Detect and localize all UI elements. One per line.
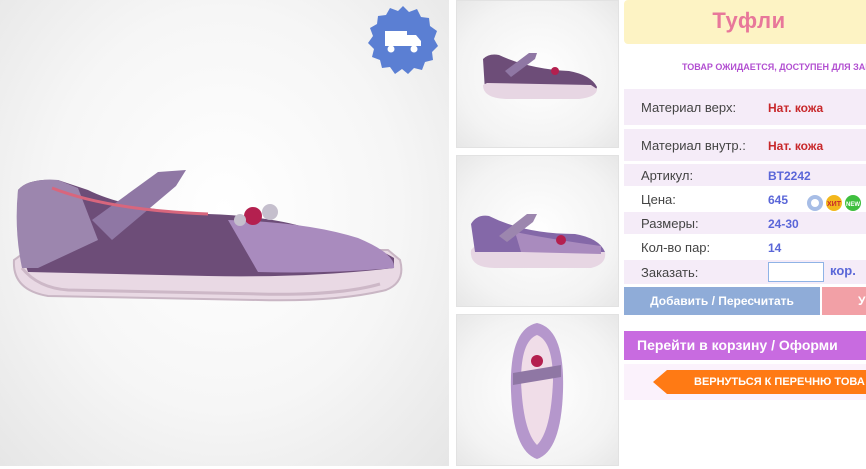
price-badges: ХИТ NEW (807, 195, 861, 211)
spec-label: Материал внутр.: (641, 138, 746, 153)
product-title: Туфли (712, 8, 786, 33)
spec-row-order: Заказать: кор. (624, 260, 866, 284)
spec-row-article: Артикул: BT2242 (624, 164, 866, 186)
back-to-list-button[interactable]: ВЕРНУТЬСЯ К ПЕРЕЧНЮ ТОВА (667, 370, 866, 394)
shoe-thumbnail-image (510, 323, 564, 459)
spec-value: 24-30 (768, 217, 799, 231)
order-unit-label: кор. (830, 263, 856, 278)
shoe-side-view-image (12, 170, 403, 302)
shoe-thumbnail-image (483, 53, 597, 99)
spec-label: Цена: (641, 192, 676, 207)
spec-label: Размеры: (641, 216, 699, 231)
spec-value: 14 (768, 241, 782, 255)
go-to-cart-button[interactable]: Перейти в корзину / Оформи (624, 331, 866, 360)
main-product-photo[interactable] (0, 0, 449, 466)
order-quantity-input[interactable] (768, 262, 824, 282)
spec-row-pairs: Кол-во пар: 14 (624, 236, 866, 258)
thumbnail-side[interactable] (456, 0, 619, 148)
spec-label: Кол-во пар: (641, 240, 711, 255)
add-recalculate-button[interactable]: Добавить / Пересчитать (624, 287, 820, 315)
spec-value: BT2242 (768, 169, 811, 183)
new-badge-icon: NEW (845, 195, 861, 211)
spec-row-sizes: Размеры: 24-30 (624, 212, 866, 234)
delete-button[interactable]: У (822, 287, 866, 315)
price-value: 645 (768, 193, 789, 207)
thumbnail-top[interactable] (456, 314, 619, 466)
spec-label: Материал верх: (641, 100, 737, 115)
spec-label: Заказать: (641, 265, 699, 280)
sale-badge-icon (807, 195, 823, 211)
product-title-bar: Туфли (624, 0, 866, 44)
hit-badge-icon: ХИТ (826, 195, 842, 211)
availability-status: ТОВАР ОЖИДАЕТСЯ, ДОСТУПЕН ДЛЯ ЗАК (682, 62, 866, 72)
delivery-truck-badge-icon (368, 6, 438, 74)
thumbnail-angle[interactable] (456, 155, 619, 307)
hit-badge-text: ХИТ (827, 201, 842, 208)
shoe-thumbnail-image (470, 214, 606, 268)
back-arrow-icon[interactable] (653, 370, 667, 394)
new-badge-text: NEW (846, 202, 860, 208)
spec-value: Нат. кожа (768, 139, 824, 153)
spec-row-material-top: Материал верх: Нат. кожа (624, 89, 866, 125)
spec-row-material-inner: Материал внутр.: Нат. кожа (624, 129, 866, 161)
spec-value: Нат. кожа (768, 101, 824, 115)
spec-label: Артикул: (641, 168, 694, 183)
